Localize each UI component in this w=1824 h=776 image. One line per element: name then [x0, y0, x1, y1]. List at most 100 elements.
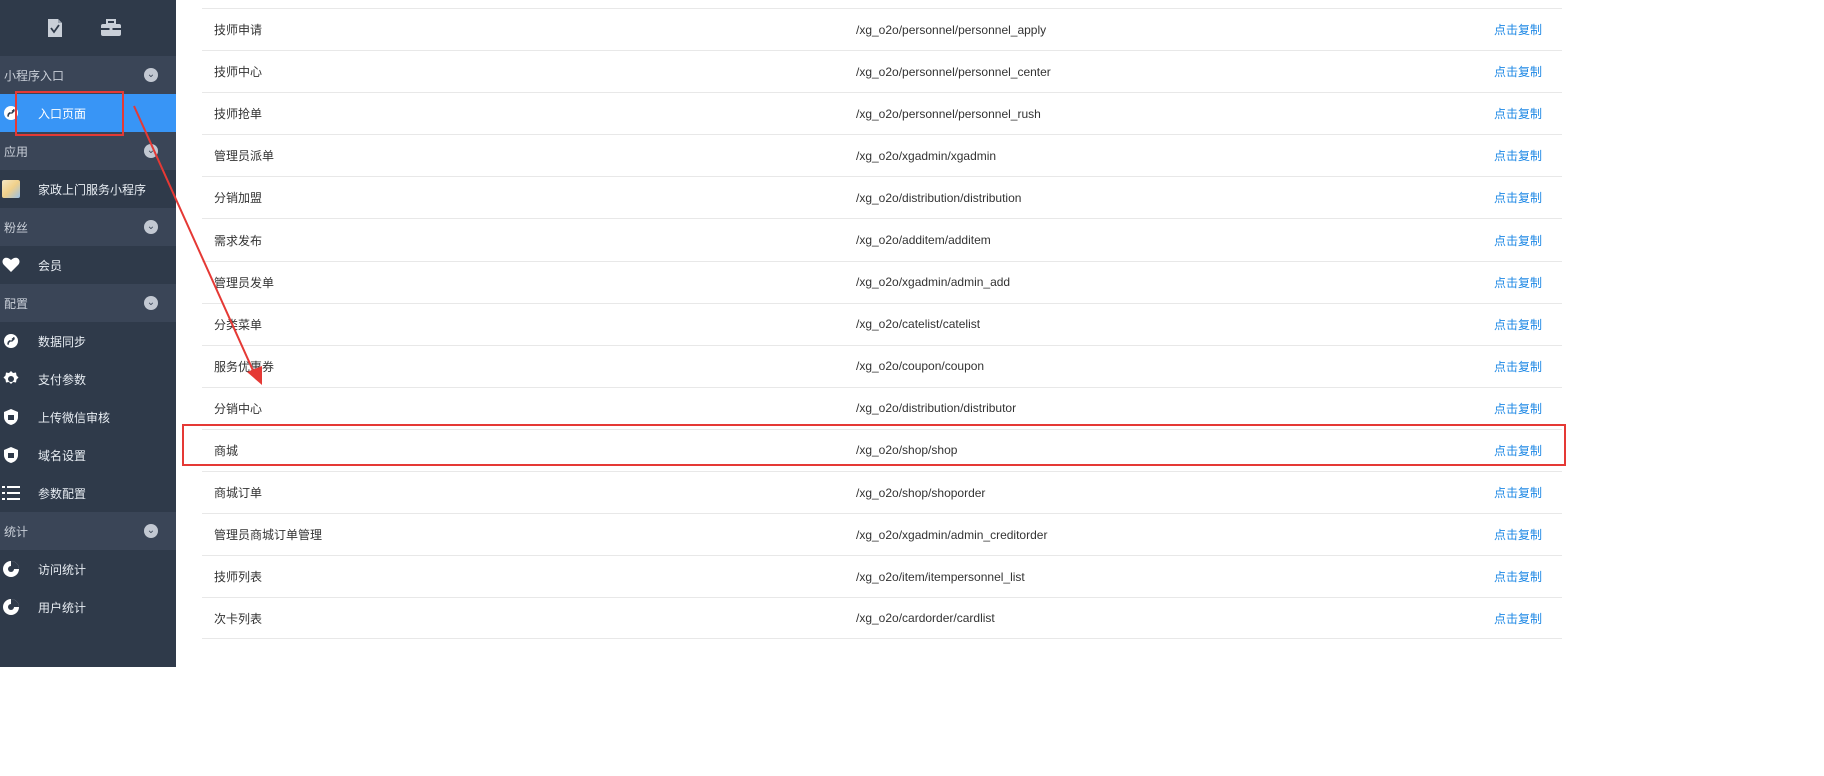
route-name: 商城订单 — [214, 486, 263, 501]
route-name: 管理员商城订单管理 — [214, 528, 323, 543]
sidebar-section-label: 统计 — [4, 524, 29, 539]
sidebar-item[interactable]: 参数配置 — [0, 474, 176, 512]
route-name: 商城 — [214, 443, 239, 458]
route-name: 技师中心 — [214, 65, 263, 80]
route-path: /xg_o2o/xgadmin/admin_add — [856, 275, 1011, 290]
route-path: /xg_o2o/distribution/distributor — [856, 401, 1017, 416]
table-row: 技师抢单/xg_o2o/personnel/personnel_rush 点击复制 — [202, 92, 1562, 134]
sidebar-item[interactable]: 数据同步 — [0, 322, 176, 360]
route-name: 分销中心 — [214, 401, 263, 416]
route-path: /xg_o2o/shop/shop — [856, 443, 958, 458]
table-row: 管理员商城订单管理/xg_o2o/xgadmin/admin_creditord… — [202, 513, 1562, 555]
table-row: 商城/xg_o2o/shop/shop 点击复制 — [202, 428, 1562, 471]
table-row: 次卡列表/xg_o2o/cardorder/cardlist 点击复制 — [202, 597, 1562, 640]
link-icon — [2, 104, 20, 122]
chevron-down-icon[interactable]: ⌄ — [144, 144, 158, 158]
copy-link[interactable]: 点击复制 — [1480, 400, 1562, 417]
link-icon — [2, 332, 20, 350]
copy-link[interactable]: 点击复制 — [1480, 526, 1562, 543]
table-row: 商城订单/xg_o2o/shop/shoporder 点击复制 — [202, 471, 1562, 513]
copy-link[interactable]: 点击复制 — [1480, 63, 1562, 80]
sidebar-section-title[interactable]: 统计 ⌄ — [0, 512, 176, 550]
sidebar-item[interactable]: 会员 — [0, 246, 176, 284]
route-path: /xg_o2o/shop/shoporder — [856, 485, 986, 500]
shield-icon — [2, 408, 20, 426]
route-path: /xg_o2o/coupon/coupon — [856, 359, 985, 374]
chevron-down-icon[interactable]: ⌄ — [144, 68, 158, 82]
sidebar-section-title[interactable]: 应用 ⌄ — [0, 132, 176, 170]
route-path: /xg_o2o/distribution/distribution — [856, 190, 1022, 205]
table-row: 管理员派单/xg_o2o/xgadmin/xgadmin 点击复制 — [202, 134, 1562, 176]
sidebar-sections: 小程序入口 ⌄ 入口页面应用 ⌄ 家政上门服务小程序粉丝 ⌄ 会员配置 ⌄ 数据同步支付参数上传… — [0, 56, 176, 626]
sidebar-section-label: 小程序入口 — [4, 68, 65, 83]
sidebar-item[interactable]: 域名设置 — [0, 436, 176, 474]
copy-link[interactable]: 点击复制 — [1480, 189, 1562, 206]
table-row: 分类菜单/xg_o2o/catelist/catelist 点击复制 — [202, 302, 1562, 345]
sidebar-item[interactable]: 上传微信审核 — [0, 398, 176, 436]
route-path: /xg_o2o/xgadmin/admin_creditorder — [856, 527, 1048, 542]
sidebar-top-icons — [0, 0, 176, 56]
copy-link[interactable]: 点击复制 — [1480, 358, 1562, 375]
route-name: 次卡列表 — [214, 611, 263, 626]
table-row: 管理员发单/xg_o2o/xgadmin/admin_add 点击复制 — [202, 260, 1562, 303]
table-row: 需求发布/xg_o2o/additem/additem 点击复制 — [202, 218, 1562, 260]
route-path: /xg_o2o/item/itempersonnel_list — [856, 569, 1025, 584]
route-name: 服务优惠券 — [214, 359, 275, 374]
sidebar-section-title[interactable]: 小程序入口 ⌄ — [0, 56, 176, 94]
sidebar-item-label: 上传微信审核 — [38, 410, 111, 425]
sidebar-item[interactable]: 支付参数 — [0, 360, 176, 398]
shield-icon — [2, 446, 20, 464]
heart-icon — [2, 256, 20, 274]
copy-link[interactable]: 点击复制 — [1480, 147, 1562, 164]
sidebar-item[interactable]: 入口页面 — [0, 94, 176, 132]
route-name: 需求发布 — [214, 233, 263, 248]
route-name: 技师申请 — [214, 23, 263, 38]
sidebar-item-label: 支付参数 — [38, 372, 87, 387]
table-row: 分销中心/xg_o2o/distribution/distributor 点击复制 — [202, 386, 1562, 429]
chart-circle-icon — [2, 560, 20, 578]
copy-link[interactable]: 点击复制 — [1480, 274, 1562, 291]
chevron-down-icon[interactable]: ⌄ — [144, 524, 158, 538]
copy-link[interactable]: 点击复制 — [1480, 105, 1562, 122]
sidebar-item-label: 入口页面 — [38, 106, 87, 121]
routes-table: 技师申请/xg_o2o/personnel/personnel_apply 点击复… — [202, 8, 1562, 640]
sidebar-section-label: 应用 — [4, 144, 29, 159]
route-path: /xg_o2o/xgadmin/xgadmin — [856, 148, 997, 163]
table-row: 技师列表/xg_o2o/item/itempersonnel_list 点击复制 — [202, 555, 1562, 597]
copy-link[interactable]: 点击复制 — [1480, 610, 1562, 627]
document-check-icon[interactable] — [44, 17, 66, 39]
sidebar-item[interactable]: 用户统计 — [0, 588, 176, 626]
sidebar-item[interactable]: 访问统计 — [0, 550, 176, 588]
copy-link[interactable]: 点击复制 — [1480, 484, 1562, 501]
sidebar: 小程序入口 ⌄ 入口页面应用 ⌄ 家政上门服务小程序粉丝 ⌄ 会员配置 ⌄ 数据同步支付参数上传… — [0, 0, 176, 667]
sidebar-item-label: 用户统计 — [38, 600, 87, 615]
copy-link[interactable]: 点击复制 — [1480, 232, 1562, 249]
sidebar-item[interactable]: 家政上门服务小程序 — [0, 170, 176, 208]
main-content: 技师申请/xg_o2o/personnel/personnel_apply 点击复… — [176, 0, 1568, 667]
sidebar-item-label: 域名设置 — [38, 448, 87, 463]
app-root: 小程序入口 ⌄ 入口页面应用 ⌄ 家政上门服务小程序粉丝 ⌄ 会员配置 ⌄ 数据同步支付参数上传… — [0, 0, 1568, 667]
route-path: /xg_o2o/additem/additem — [856, 233, 991, 248]
route-path: /xg_o2o/cardorder/cardlist — [856, 611, 995, 626]
copy-link[interactable]: 点击复制 — [1480, 21, 1562, 38]
table-row: 技师申请/xg_o2o/personnel/personnel_apply 点击复… — [202, 8, 1562, 50]
route-name: 分类菜单 — [214, 317, 263, 332]
route-path: /xg_o2o/personnel/personnel_rush — [856, 106, 1041, 121]
sidebar-section-title[interactable]: 配置 ⌄ — [0, 284, 176, 322]
sidebar-section-label: 粉丝 — [4, 220, 29, 235]
table-row: 服务优惠券/xg_o2o/coupon/coupon 点击复制 — [202, 344, 1562, 387]
route-name: 管理员派单 — [214, 149, 275, 164]
copy-link[interactable]: 点击复制 — [1480, 316, 1562, 333]
copy-link[interactable]: 点击复制 — [1480, 442, 1562, 459]
briefcase-icon[interactable] — [100, 17, 122, 39]
chevron-down-icon[interactable]: ⌄ — [144, 220, 158, 234]
route-path: /xg_o2o/personnel/personnel_apply — [856, 22, 1047, 37]
sidebar-section-title[interactable]: 粉丝 ⌄ — [0, 208, 176, 246]
list-icon — [2, 484, 20, 502]
sidebar-item-label: 家政上门服务小程序 — [38, 182, 147, 197]
sidebar-item-label: 参数配置 — [38, 486, 87, 501]
chevron-down-icon[interactable]: ⌄ — [144, 296, 158, 310]
chart-circle-icon — [2, 598, 20, 616]
copy-link[interactable]: 点击复制 — [1480, 568, 1562, 585]
sidebar-item-label: 会员 — [38, 258, 63, 273]
